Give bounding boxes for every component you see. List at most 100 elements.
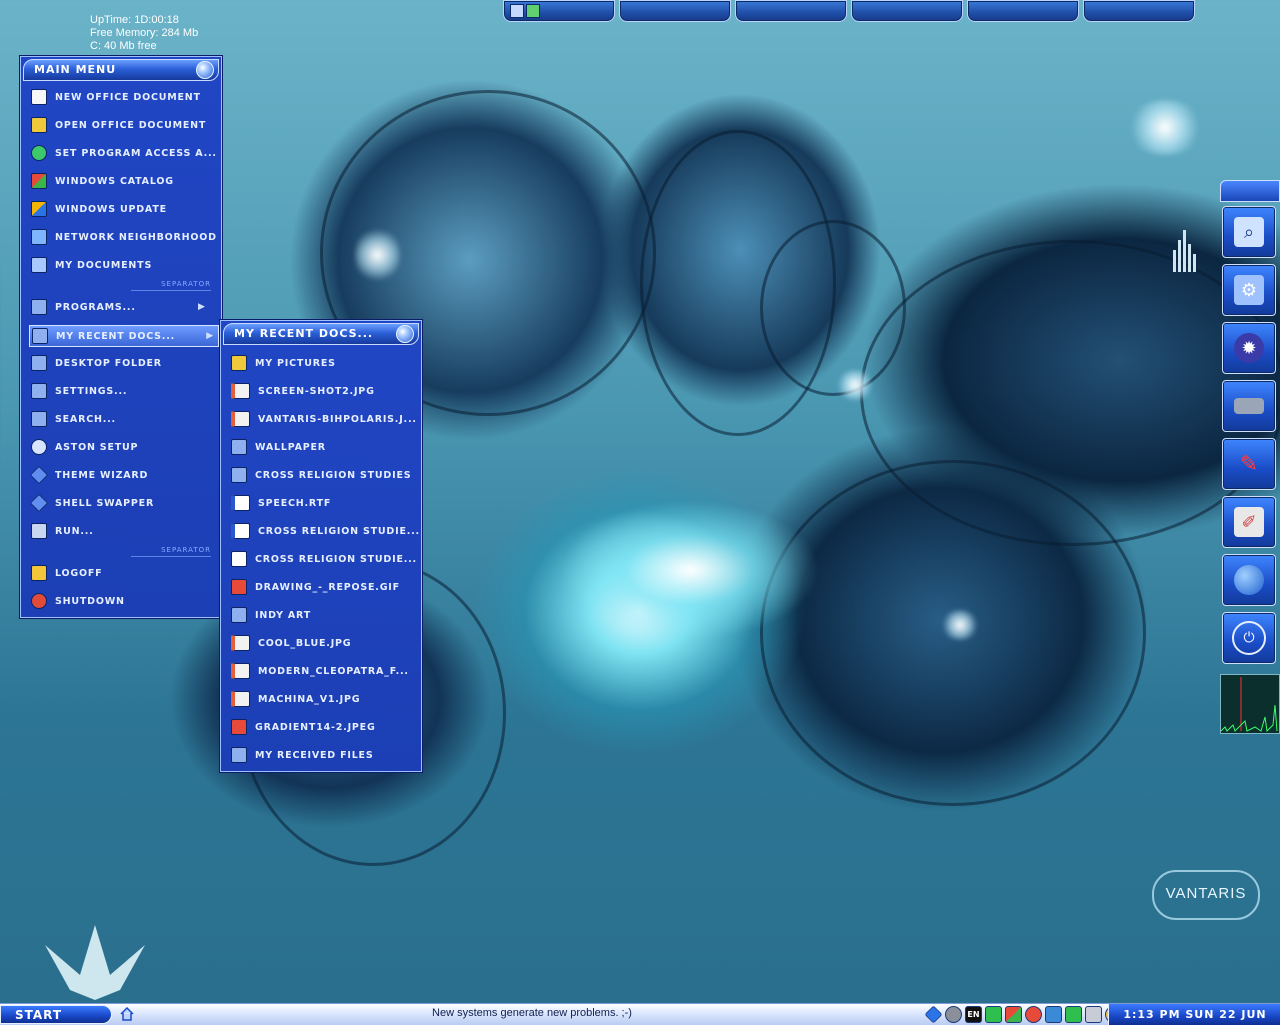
window-icon bbox=[510, 4, 524, 18]
recent-item[interactable]: Indy Art bbox=[231, 605, 311, 625]
recent-item[interactable]: Cross Religion Studies bbox=[231, 465, 411, 485]
dock-globe-button[interactable] bbox=[1222, 554, 1276, 606]
menu-item-theme-wizard[interactable]: Theme Wizard bbox=[29, 465, 149, 485]
recent-item-label: machina_v1.jpg bbox=[258, 693, 361, 705]
speaker-icon[interactable] bbox=[945, 1006, 962, 1023]
folder-icon bbox=[231, 467, 247, 483]
alien-icon[interactable] bbox=[985, 1006, 1002, 1023]
menu-item-label: Theme Wizard bbox=[55, 469, 149, 481]
top-task-button-4[interactable] bbox=[851, 0, 963, 22]
uptime-text: UpTime: 1D:00:18 bbox=[90, 14, 179, 26]
disk-free-text: C: 40 Mb free bbox=[90, 40, 157, 52]
menu-item-settings[interactable]: Settings... bbox=[31, 381, 127, 401]
menu-orb-icon[interactable] bbox=[396, 325, 414, 343]
menu-item-run[interactable]: Run... bbox=[31, 521, 94, 541]
program-access-icon bbox=[31, 145, 47, 161]
dock-paint-button[interactable]: ✐ bbox=[1222, 496, 1276, 548]
system-info: UpTime: 1D:00:18 Free Memory: 284 Mb C: … bbox=[90, 14, 198, 53]
antivirus-icon[interactable] bbox=[1025, 1006, 1042, 1023]
top-task-button-6[interactable] bbox=[1083, 0, 1195, 22]
folder-icon bbox=[31, 383, 47, 399]
printer-icon[interactable] bbox=[1085, 1006, 1102, 1023]
clock[interactable]: 1:13 PM SUN 22 JUN bbox=[1108, 1004, 1280, 1025]
dock-pen-button[interactable]: ✎ bbox=[1222, 438, 1276, 490]
recent-docs-title-text: My Recent Docs... bbox=[234, 327, 374, 340]
recent-item[interactable]: Drawing_-_Repose.gif bbox=[231, 577, 400, 597]
top-taskbar bbox=[503, 0, 1203, 22]
menu-item-label: Logoff bbox=[55, 567, 103, 579]
open-folder-icon bbox=[31, 117, 47, 133]
recent-item-label: Drawing_-_Repose.gif bbox=[255, 581, 400, 593]
dock-chip-button[interactable] bbox=[1222, 380, 1276, 432]
recent-item[interactable]: machina_v1.jpg bbox=[231, 689, 360, 709]
shield-icon[interactable] bbox=[1005, 1006, 1022, 1023]
top-task-button-2[interactable] bbox=[619, 0, 731, 22]
winged-logo-icon bbox=[45, 925, 145, 1000]
recent-item[interactable]: modern_cleopatra_f... bbox=[231, 661, 409, 681]
menu-item-my-recent-docs[interactable]: My Recent Docs... ▶ bbox=[29, 325, 219, 347]
recent-docs-menu: My Recent Docs... My Pictures screen-sho… bbox=[220, 320, 422, 772]
menu-item-programs[interactable]: Programs... ▶ bbox=[31, 297, 205, 317]
recent-item[interactable]: Speech.rtf bbox=[231, 493, 331, 513]
recent-item[interactable]: gradient14-2.jpeg bbox=[231, 717, 376, 737]
battery-icon[interactable] bbox=[1065, 1006, 1082, 1023]
network-tray-icon[interactable] bbox=[924, 1005, 943, 1024]
dock-gear-button[interactable]: ✹ bbox=[1222, 322, 1276, 374]
recent-item[interactable]: Vantaris-bihpolaris.j... bbox=[231, 409, 417, 429]
menu-item-desktop-folder[interactable]: Desktop Folder bbox=[31, 353, 162, 373]
recent-item-label: Speech.rtf bbox=[258, 497, 332, 509]
chip-icon bbox=[1234, 398, 1264, 414]
recent-item-label: modern_cleopatra_f... bbox=[258, 665, 409, 677]
bar-graph-icon bbox=[1173, 230, 1196, 272]
recent-item[interactable]: Cross Religion Studie... bbox=[231, 521, 420, 541]
menu-item-new-office-document[interactable]: New Office Document bbox=[31, 87, 201, 107]
menu-item-label: Windows Catalog bbox=[55, 175, 174, 187]
text-document-icon bbox=[231, 551, 247, 567]
menu-item-my-documents[interactable]: My Documents bbox=[31, 255, 152, 275]
recent-item[interactable]: Cross Religion Studie... bbox=[231, 549, 417, 569]
recent-item-label: Cross Religion Studie... bbox=[258, 525, 420, 537]
menu-item-network-neighborhood[interactable]: Network Neighborhood bbox=[31, 227, 217, 247]
menu-item-open-office-document[interactable]: Open Office Document bbox=[31, 115, 206, 135]
key-icon bbox=[31, 565, 47, 581]
recent-item[interactable]: cool_blue.jpg bbox=[231, 633, 351, 653]
menu-item-label: New Office Document bbox=[55, 91, 201, 103]
menu-orb-icon[interactable] bbox=[196, 61, 214, 79]
menu-item-shell-swapper[interactable]: Shell Swapper bbox=[29, 493, 155, 513]
recent-item-label: gradient14-2.jpeg bbox=[255, 721, 376, 733]
menu-item-windows-update[interactable]: Windows Update bbox=[31, 199, 167, 219]
recent-item-label: cool_blue.jpg bbox=[258, 637, 352, 649]
recent-item-label: My Pictures bbox=[255, 357, 336, 369]
dock-search-button[interactable]: ⌕ bbox=[1222, 206, 1276, 258]
gear-icon bbox=[31, 439, 47, 455]
paint-icon: ✐ bbox=[1234, 507, 1264, 537]
top-task-button-5[interactable] bbox=[967, 0, 1079, 22]
top-task-button-1[interactable] bbox=[503, 0, 615, 22]
top-task-button-3[interactable] bbox=[735, 0, 847, 22]
menu-item-shutdown[interactable]: Shutdown bbox=[31, 591, 125, 611]
recent-item[interactable]: My Received Files bbox=[231, 745, 374, 765]
menu-item-label: Shell Swapper bbox=[55, 497, 155, 509]
recent-item-label: Indy Art bbox=[255, 609, 311, 621]
display-icon[interactable] bbox=[1045, 1006, 1062, 1023]
dock-header[interactable] bbox=[1220, 180, 1280, 202]
folder-icon bbox=[31, 299, 47, 315]
recent-item-label: screen-shot2.jpg bbox=[258, 385, 375, 397]
menu-item-search[interactable]: Search... bbox=[31, 409, 116, 429]
jpg-file-icon bbox=[231, 411, 250, 427]
menu-item-aston-setup[interactable]: Aston Setup bbox=[31, 437, 138, 457]
recent-item-label: Vantaris-bihpolaris.j... bbox=[258, 413, 417, 425]
menu-item-set-program-access[interactable]: Set Program Access a... bbox=[31, 143, 217, 163]
menu-item-logoff[interactable]: Logoff bbox=[31, 563, 102, 583]
gear-icon: ✹ bbox=[1234, 333, 1264, 363]
dock-power-button[interactable]: ⏻ bbox=[1222, 612, 1276, 664]
jpg-file-icon bbox=[231, 383, 250, 399]
dock-settings-button[interactable]: ⚙ bbox=[1222, 264, 1276, 316]
recent-item[interactable]: screen-shot2.jpg bbox=[231, 381, 375, 401]
menu-item-windows-catalog[interactable]: Windows Catalog bbox=[31, 171, 174, 191]
menu-separator: Separator bbox=[131, 280, 211, 291]
recent-item[interactable]: Wallpaper bbox=[231, 437, 326, 457]
language-indicator[interactable]: EN bbox=[965, 1006, 982, 1023]
recent-item[interactable]: My Pictures bbox=[231, 353, 336, 373]
folder-icon bbox=[31, 355, 47, 371]
